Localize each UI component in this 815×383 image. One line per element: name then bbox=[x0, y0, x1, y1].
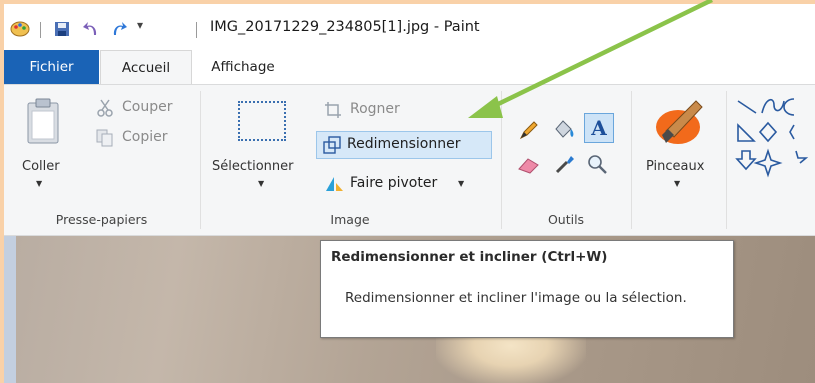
fill-bucket-icon[interactable] bbox=[551, 117, 577, 141]
resize-icon bbox=[323, 136, 341, 154]
shapes-gallery[interactable] bbox=[734, 95, 815, 195]
resize-tooltip: Redimensionner et incliner (Ctrl+W) Redi… bbox=[320, 240, 734, 338]
brushes-button[interactable]: Pinceaux ▼ bbox=[638, 93, 722, 203]
triangle-shape-icon bbox=[737, 123, 756, 142]
rotate-button[interactable]: Faire pivoter ▼ bbox=[322, 173, 465, 197]
title-bar: ▾ IMG_20171229_234805[1].jpg - Paint bbox=[4, 4, 815, 50]
tools-group-label: Outils bbox=[547, 212, 585, 227]
scissors-icon bbox=[97, 99, 113, 117]
chevron-down-icon: ▼ bbox=[458, 179, 465, 188]
arrow-down-shape-icon bbox=[735, 150, 757, 171]
chevron-down-icon: ▼ bbox=[674, 179, 681, 188]
magnifier-icon[interactable] bbox=[586, 153, 608, 175]
rotate-label: Faire pivoter bbox=[350, 175, 438, 191]
group-separator bbox=[200, 91, 201, 229]
ribbon-tabs: Fichier Accueil Affichage bbox=[4, 50, 815, 84]
select-button[interactable]: Sélectionner ▼ bbox=[208, 93, 312, 193]
star5-shape-icon bbox=[795, 150, 809, 164]
window-title: IMG_20171229_234805[1].jpg - Paint bbox=[210, 19, 480, 35]
crop-button[interactable]: Rogner bbox=[322, 99, 442, 123]
text-tool-icon[interactable]: A bbox=[584, 113, 614, 143]
crop-label: Rogner bbox=[350, 101, 400, 117]
cut-button[interactable]: Couper bbox=[96, 97, 196, 121]
brushes-label: Pinceaux bbox=[646, 159, 705, 174]
save-icon[interactable] bbox=[54, 20, 70, 38]
eraser-icon[interactable] bbox=[516, 155, 542, 175]
resize-button[interactable]: Redimensionner bbox=[316, 131, 492, 159]
group-separator bbox=[631, 91, 632, 229]
clipboard-icon bbox=[27, 98, 59, 144]
group-separator bbox=[501, 91, 502, 229]
selection-icon bbox=[238, 101, 286, 141]
resize-label: Redimensionner bbox=[347, 136, 461, 152]
diamond-shape-icon bbox=[758, 121, 778, 143]
undo-icon[interactable] bbox=[82, 20, 100, 38]
brush-icon bbox=[656, 100, 703, 144]
crop-icon bbox=[325, 102, 341, 118]
copy-label: Copier bbox=[122, 129, 168, 145]
tooltip-title: Redimensionner et incliner (Ctrl+W) bbox=[331, 249, 608, 265]
curve-shape-icon bbox=[761, 99, 785, 114]
tooltip-description: Redimensionner et incliner l'image ou la… bbox=[345, 290, 687, 306]
tab-affichage[interactable]: Affichage bbox=[194, 50, 292, 84]
tab-fichier[interactable]: Fichier bbox=[4, 50, 99, 84]
chevron-down-icon: ▼ bbox=[258, 179, 265, 188]
pencil-icon[interactable] bbox=[518, 119, 540, 141]
copy-button[interactable]: Copier bbox=[96, 127, 196, 151]
line-shape-icon bbox=[737, 100, 757, 114]
paste-label: Coller bbox=[22, 159, 60, 174]
customize-quick-access-icon[interactable]: ▾ bbox=[137, 18, 143, 32]
redo-icon[interactable] bbox=[110, 20, 128, 38]
group-separator bbox=[726, 91, 727, 229]
select-label: Sélectionner bbox=[212, 159, 294, 174]
oval-shape-icon bbox=[783, 98, 795, 116]
clipboard-group-label: Presse-papiers bbox=[55, 212, 148, 227]
cut-label: Couper bbox=[122, 99, 173, 115]
separator bbox=[196, 22, 197, 38]
paint-app-icon[interactable] bbox=[10, 20, 30, 38]
copy-icon bbox=[96, 129, 113, 147]
rotate-icon bbox=[326, 177, 343, 191]
tab-accueil[interactable]: Accueil bbox=[100, 50, 192, 84]
ribbon: Coller ▼ Couper Copier Presse-papiers Sé… bbox=[4, 84, 815, 236]
separator bbox=[40, 22, 41, 38]
color-picker-icon[interactable] bbox=[554, 153, 576, 175]
hexagon-shape-icon bbox=[789, 124, 795, 140]
image-group-label: Image bbox=[330, 212, 370, 227]
star4-shape-icon bbox=[753, 148, 783, 178]
paste-button[interactable]: Coller ▼ bbox=[14, 93, 72, 193]
chevron-down-icon: ▼ bbox=[36, 179, 43, 188]
paint-window: ▾ IMG_20171229_234805[1].jpg - Paint Fic… bbox=[4, 4, 815, 383]
